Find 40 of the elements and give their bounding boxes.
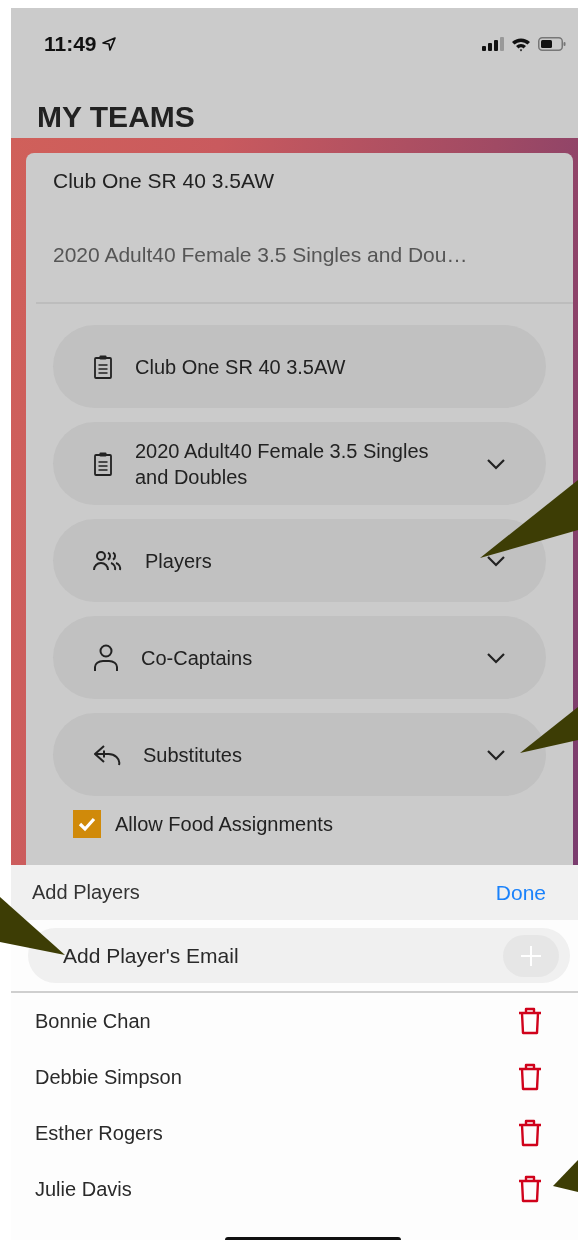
team-menu-item[interactable]: Club One SR 40 3.5AW xyxy=(53,325,546,408)
team-name: Club One SR 40 3.5AW xyxy=(52,168,275,193)
person-icon xyxy=(93,643,119,672)
team-menu-item[interactable]: Players xyxy=(53,519,546,602)
player-name: Bonnie Chan xyxy=(35,1009,151,1033)
trash-icon[interactable] xyxy=(518,1007,542,1035)
people-icon xyxy=(93,549,123,572)
checkbox[interactable] xyxy=(73,810,101,838)
chevron-down-icon xyxy=(486,457,506,470)
signal-icon xyxy=(482,37,504,51)
callout-arrow xyxy=(0,897,65,955)
food-assignments-label: Allow Food Assignments xyxy=(115,812,333,836)
team-menu-item[interactable]: 2020 Adult40 Female 3.5 Singles and Doubles xyxy=(53,422,546,505)
player-name: Debbie Simpson xyxy=(35,1065,182,1089)
callout-arrow xyxy=(553,1160,578,1192)
checkmark-icon xyxy=(77,816,97,832)
chevron-down-icon xyxy=(486,554,506,567)
chevron-down-icon xyxy=(486,748,506,761)
trash-icon[interactable] xyxy=(518,1063,542,1091)
player-name: Julie Davis xyxy=(35,1177,132,1201)
team-menu-item[interactable]: Co-Captains xyxy=(53,616,546,699)
callout-arrow xyxy=(520,707,578,753)
battery-icon xyxy=(538,37,566,51)
status-time: 11:49 xyxy=(44,32,97,56)
team-menu-item[interactable]: Substitutes xyxy=(53,713,546,796)
team-subtitle: 2020 Adult40 Female 3.5 Singles and Dou… xyxy=(52,242,469,267)
plus-icon xyxy=(520,944,542,967)
player-name: Esther Rogers xyxy=(35,1121,163,1145)
chevron-down-icon xyxy=(486,651,506,664)
page-title: MY TEAMS xyxy=(36,99,196,135)
clipboard-icon xyxy=(93,450,113,477)
email-input-field[interactable]: Add Player's Email xyxy=(63,943,503,968)
wifi-icon xyxy=(511,36,531,52)
clipboard-icon xyxy=(93,353,113,380)
email-field[interactable]: Add Player's Email xyxy=(28,928,570,983)
trash-icon[interactable] xyxy=(518,1119,542,1147)
reply-arrow-icon xyxy=(93,742,121,767)
location-arrow-icon xyxy=(101,37,116,51)
trash-icon[interactable] xyxy=(518,1175,542,1203)
sheet-title: Add Players xyxy=(32,881,140,904)
